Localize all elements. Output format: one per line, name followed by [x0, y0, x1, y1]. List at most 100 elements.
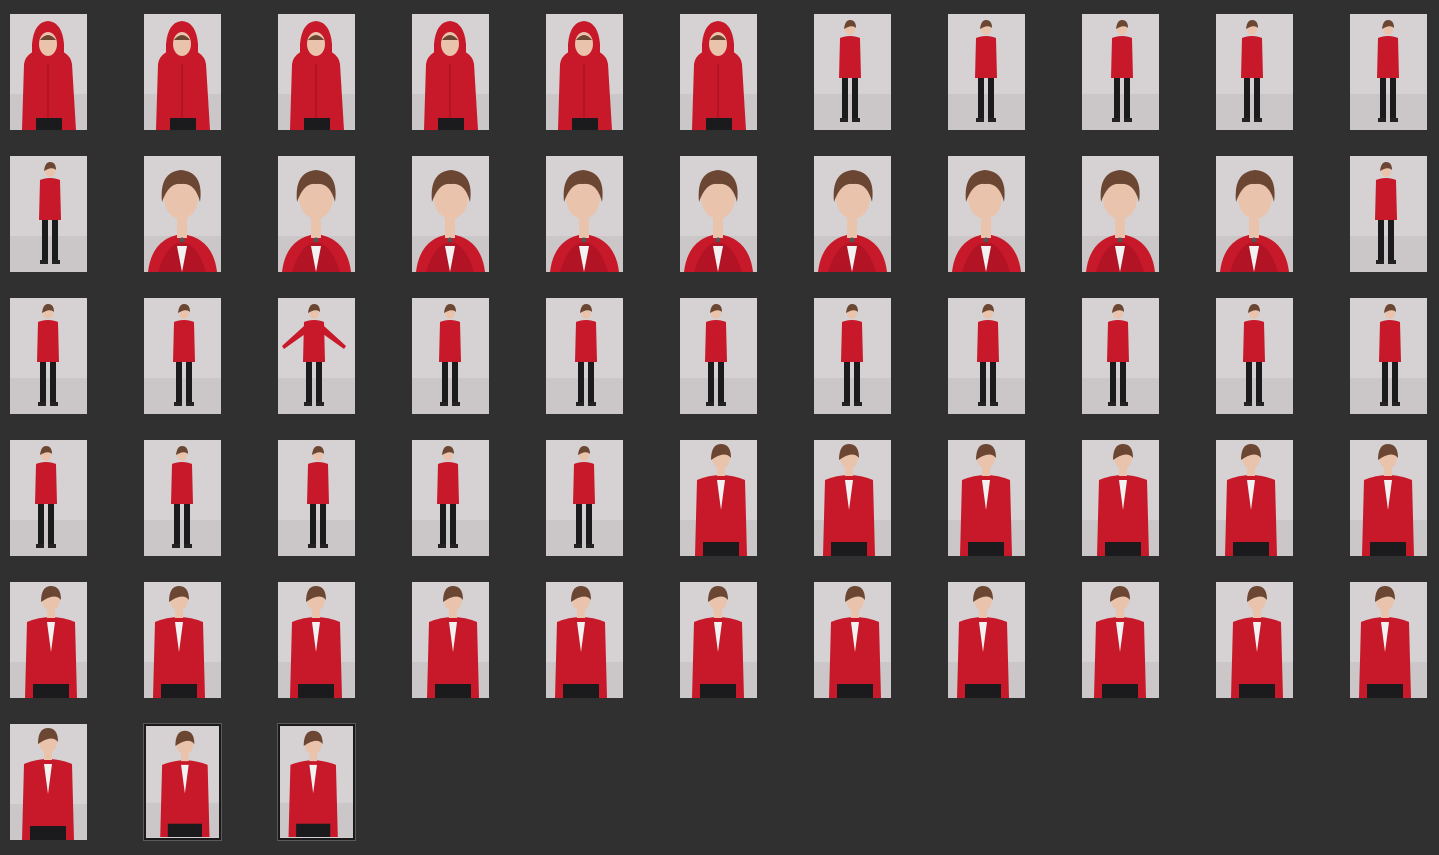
photo-thumbnail[interactable]	[546, 298, 623, 414]
photo-thumbnail[interactable]	[1350, 440, 1427, 556]
photo-thumbnail[interactable]	[10, 298, 87, 414]
photo-image	[1216, 298, 1293, 414]
photo-thumbnail[interactable]	[680, 440, 757, 556]
thumbnail-grid	[0, 0, 1439, 855]
photo-image	[412, 156, 489, 272]
photo-thumbnail[interactable]	[277, 723, 356, 841]
photo-thumbnail[interactable]	[814, 440, 891, 556]
photo-thumbnail[interactable]	[1216, 582, 1293, 698]
photo-image	[546, 582, 623, 698]
photo-image	[10, 582, 87, 698]
photo-thumbnail[interactable]	[143, 723, 222, 841]
photo-image	[1216, 14, 1293, 130]
photo-thumbnail[interactable]	[1082, 440, 1159, 556]
photo-thumbnail[interactable]	[1216, 440, 1293, 556]
photo-image	[1216, 156, 1293, 272]
photo-image	[278, 582, 355, 698]
photo-thumbnail[interactable]	[546, 156, 623, 272]
photo-thumbnail[interactable]	[10, 582, 87, 698]
photo-thumbnail[interactable]	[1350, 156, 1427, 272]
photo-thumbnail[interactable]	[1082, 582, 1159, 698]
photo-thumbnail[interactable]	[144, 298, 221, 414]
photo-thumbnail[interactable]	[546, 440, 623, 556]
photo-thumbnail[interactable]	[948, 298, 1025, 414]
photo-thumbnail[interactable]	[948, 440, 1025, 556]
photo-thumbnail[interactable]	[1082, 298, 1159, 414]
photo-image	[278, 298, 355, 414]
photo-image	[546, 440, 623, 556]
photo-thumbnail[interactable]	[10, 14, 87, 130]
photo-thumbnail[interactable]	[1216, 156, 1293, 272]
photo-image	[680, 298, 757, 414]
photo-thumbnail[interactable]	[546, 14, 623, 130]
photo-thumbnail[interactable]	[278, 14, 355, 130]
photo-image	[1082, 14, 1159, 130]
photo-thumbnail[interactable]	[10, 156, 87, 272]
photo-thumbnail[interactable]	[814, 14, 891, 130]
photo-image	[10, 156, 87, 272]
photo-thumbnail[interactable]	[1350, 298, 1427, 414]
photo-thumbnail[interactable]	[546, 582, 623, 698]
photo-image	[1216, 582, 1293, 698]
photo-image	[814, 156, 891, 272]
photo-thumbnail[interactable]	[814, 298, 891, 414]
photo-image	[280, 727, 353, 837]
photo-thumbnail[interactable]	[144, 14, 221, 130]
photo-image	[1350, 156, 1427, 272]
photo-thumbnail[interactable]	[1350, 582, 1427, 698]
photo-thumbnail[interactable]	[680, 14, 757, 130]
photo-image	[144, 440, 221, 556]
photo-thumbnail[interactable]	[144, 156, 221, 272]
photo-thumbnail[interactable]	[1216, 14, 1293, 130]
photo-thumbnail[interactable]	[814, 582, 891, 698]
photo-thumbnail[interactable]	[1082, 156, 1159, 272]
photo-image	[814, 582, 891, 698]
photo-thumbnail[interactable]	[10, 724, 87, 840]
photo-image	[1082, 582, 1159, 698]
photo-image	[1216, 440, 1293, 556]
photo-image	[546, 14, 623, 130]
photo-image	[412, 440, 489, 556]
photo-thumbnail[interactable]	[278, 298, 355, 414]
photo-thumbnail[interactable]	[680, 298, 757, 414]
photo-image	[10, 14, 87, 130]
photo-thumbnail[interactable]	[10, 440, 87, 556]
photo-image	[948, 582, 1025, 698]
photo-image	[1082, 440, 1159, 556]
photo-thumbnail[interactable]	[412, 14, 489, 130]
photo-thumbnail[interactable]	[1350, 14, 1427, 130]
photo-thumbnail[interactable]	[948, 156, 1025, 272]
photo-image	[10, 724, 87, 840]
photo-thumbnail[interactable]	[1216, 298, 1293, 414]
photo-thumbnail[interactable]	[948, 582, 1025, 698]
photo-image	[680, 582, 757, 698]
photo-image	[948, 298, 1025, 414]
photo-thumbnail[interactable]	[680, 582, 757, 698]
photo-thumbnail[interactable]	[814, 156, 891, 272]
photo-image	[680, 156, 757, 272]
photo-image	[412, 298, 489, 414]
photo-thumbnail[interactable]	[412, 298, 489, 414]
photo-image	[412, 582, 489, 698]
photo-thumbnail[interactable]	[278, 440, 355, 556]
photo-thumbnail[interactable]	[1082, 14, 1159, 130]
photo-thumbnail[interactable]	[278, 582, 355, 698]
photo-image	[680, 14, 757, 130]
photo-image	[948, 156, 1025, 272]
photo-thumbnail[interactable]	[144, 440, 221, 556]
photo-image	[146, 727, 219, 837]
photo-image	[1350, 582, 1427, 698]
photo-image	[546, 298, 623, 414]
photo-thumbnail[interactable]	[144, 582, 221, 698]
photo-image	[144, 298, 221, 414]
photo-image	[680, 440, 757, 556]
photo-thumbnail[interactable]	[412, 582, 489, 698]
photo-thumbnail[interactable]	[680, 156, 757, 272]
photo-image	[412, 14, 489, 130]
photo-thumbnail[interactable]	[948, 14, 1025, 130]
photo-thumbnail[interactable]	[412, 440, 489, 556]
photo-image	[1350, 14, 1427, 130]
photo-image	[948, 14, 1025, 130]
photo-thumbnail[interactable]	[412, 156, 489, 272]
photo-thumbnail[interactable]	[278, 156, 355, 272]
